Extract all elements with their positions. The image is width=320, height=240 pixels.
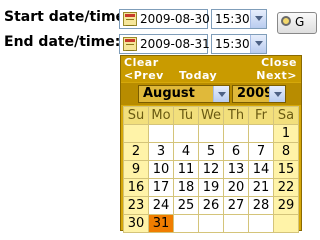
start-date-value: 2009-08-30: [140, 12, 210, 26]
calendar-empty-cell: [223, 214, 249, 233]
calendar-day-29[interactable]: 29: [273, 196, 299, 215]
calendar-day-19[interactable]: 19: [198, 178, 224, 197]
calendar-day-5[interactable]: 5: [198, 142, 224, 161]
calendar-empty-cell: [123, 124, 149, 143]
calendar-week-row: 30 31: [123, 214, 299, 233]
next-month-button[interactable]: Next>: [256, 69, 297, 82]
calendar-week-row: 16 17 18 19 20 21 22: [123, 178, 299, 197]
calendar-day-28[interactable]: 28: [248, 196, 274, 215]
chevron-down-icon[interactable]: [250, 10, 266, 28]
calendar-empty-cell: [198, 214, 224, 233]
calendar-day-4[interactable]: 4: [173, 142, 199, 161]
calendar-empty-cell: [198, 124, 224, 143]
calendar-day-3[interactable]: 3: [148, 142, 174, 161]
calendar-empty-cell: [173, 214, 199, 233]
end-datetime-row: End date/time: 2009-08-31 15:30: [0, 31, 306, 57]
calendar-icon[interactable]: [123, 12, 137, 26]
close-button[interactable]: Close: [261, 56, 297, 69]
start-time-value: 15:30: [215, 12, 250, 26]
chevron-down-icon[interactable]: [250, 35, 266, 53]
weekday-header: Fr: [248, 106, 274, 125]
start-datetime-row: Start date/time: 2009-08-30 15:30: [0, 6, 306, 32]
calendar-empty-cell: [223, 124, 249, 143]
month-year-selector-row: August 2009: [121, 83, 301, 105]
calendar-day-10[interactable]: 10: [148, 160, 174, 179]
start-date-input[interactable]: 2009-08-30: [119, 9, 210, 29]
calendar-empty-cell: [248, 124, 274, 143]
calendar-day-25[interactable]: 25: [173, 196, 199, 215]
weekday-header: Su: [123, 106, 149, 125]
go-button-label: G: [295, 15, 305, 29]
calendar-empty-cell: [148, 124, 174, 143]
calendar-day-2[interactable]: 2: [123, 142, 149, 161]
weekday-header: Tu: [173, 106, 199, 125]
today-button[interactable]: Today: [179, 69, 217, 82]
start-datetime-label: Start date/time:: [4, 9, 131, 25]
search-icon: [281, 16, 291, 26]
calendar-day-21[interactable]: 21: [248, 178, 274, 197]
year-select[interactable]: 2009: [232, 85, 286, 103]
calendar-empty-cell: [248, 214, 274, 233]
end-time-select[interactable]: 15:30: [211, 34, 267, 54]
calendar-day-14[interactable]: 14: [248, 160, 274, 179]
weekday-header-row: Su Mo Tu We Th Fr Sa: [123, 106, 299, 125]
end-date-input[interactable]: 2009-08-31: [119, 34, 210, 54]
calendar-day-30[interactable]: 30: [123, 214, 149, 233]
calendar-week-row: 23 24 25 26 27 28 29: [123, 196, 299, 215]
chevron-down-icon[interactable]: [269, 86, 285, 102]
calendar-days: 1 2 3 4 5 6 7 8 9 10 11 12 13 14 15 16 17 18 19 20 21 22 23 24 2…: [123, 124, 299, 233]
year-value: 2009: [237, 86, 274, 101]
calendar-day-1[interactable]: 1: [273, 124, 299, 143]
calendar-week-row: 2345678: [123, 142, 299, 161]
calendar-day-7[interactable]: 7: [248, 142, 274, 161]
calendar-day-15[interactable]: 15: [273, 160, 299, 179]
calendar-action-bar: Clear Close: [121, 56, 301, 69]
calendar-day-27[interactable]: 27: [223, 196, 249, 215]
calendar-week-row: 9 10 11 12 13 14 15: [123, 160, 299, 179]
calendar-day-12[interactable]: 12: [198, 160, 224, 179]
start-time-select[interactable]: 15:30: [211, 9, 267, 29]
calendar-day-8[interactable]: 8: [273, 142, 299, 161]
end-time-value: 15:30: [215, 37, 250, 51]
clear-button[interactable]: Clear: [124, 56, 159, 69]
month-select[interactable]: August: [138, 85, 230, 103]
calendar-day-16[interactable]: 16: [123, 178, 149, 197]
calendar-week-row: 1: [123, 124, 299, 143]
month-value: August: [143, 86, 195, 101]
calendar-day-9[interactable]: 9: [123, 160, 149, 179]
calendar-day-11[interactable]: 11: [173, 160, 199, 179]
end-date-value: 2009-08-31: [140, 37, 210, 51]
calendar-day-24[interactable]: 24: [148, 196, 174, 215]
calendar-day-18[interactable]: 18: [173, 178, 199, 197]
weekday-header: Mo: [148, 106, 174, 125]
weekday-header: We: [198, 106, 224, 125]
calendar-icon[interactable]: [123, 37, 137, 51]
calendar-day-26[interactable]: 26: [198, 196, 224, 215]
calendar-empty-cell: [173, 124, 199, 143]
weekday-header: Sa: [273, 106, 299, 125]
chevron-down-icon[interactable]: [213, 86, 229, 102]
end-datetime-label: End date/time:: [4, 34, 121, 50]
calendar-day-6[interactable]: 6: [223, 142, 249, 161]
weekday-header: Th: [223, 106, 249, 125]
calendar-day-31[interactable]: 31: [148, 214, 174, 233]
calendar-day-23[interactable]: 23: [123, 196, 149, 215]
calendar-day-20[interactable]: 20: [223, 178, 249, 197]
calendar-popup: Clear Close <Prev Today Next> August 200…: [120, 55, 302, 233]
calendar-day-13[interactable]: 13: [223, 160, 249, 179]
prev-month-button[interactable]: <Prev: [124, 69, 164, 82]
calendar-grid: Su Mo Tu We Th Fr Sa 1 2 3 4 5 6 7 8 9 10 11 12 13 14 15 16 17…: [123, 106, 299, 233]
calendar-nav-bar: <Prev Today Next>: [121, 69, 301, 82]
calendar-empty-cell: [273, 214, 299, 233]
calendar-day-22[interactable]: 22: [273, 178, 299, 197]
calendar-day-17[interactable]: 17: [148, 178, 174, 197]
